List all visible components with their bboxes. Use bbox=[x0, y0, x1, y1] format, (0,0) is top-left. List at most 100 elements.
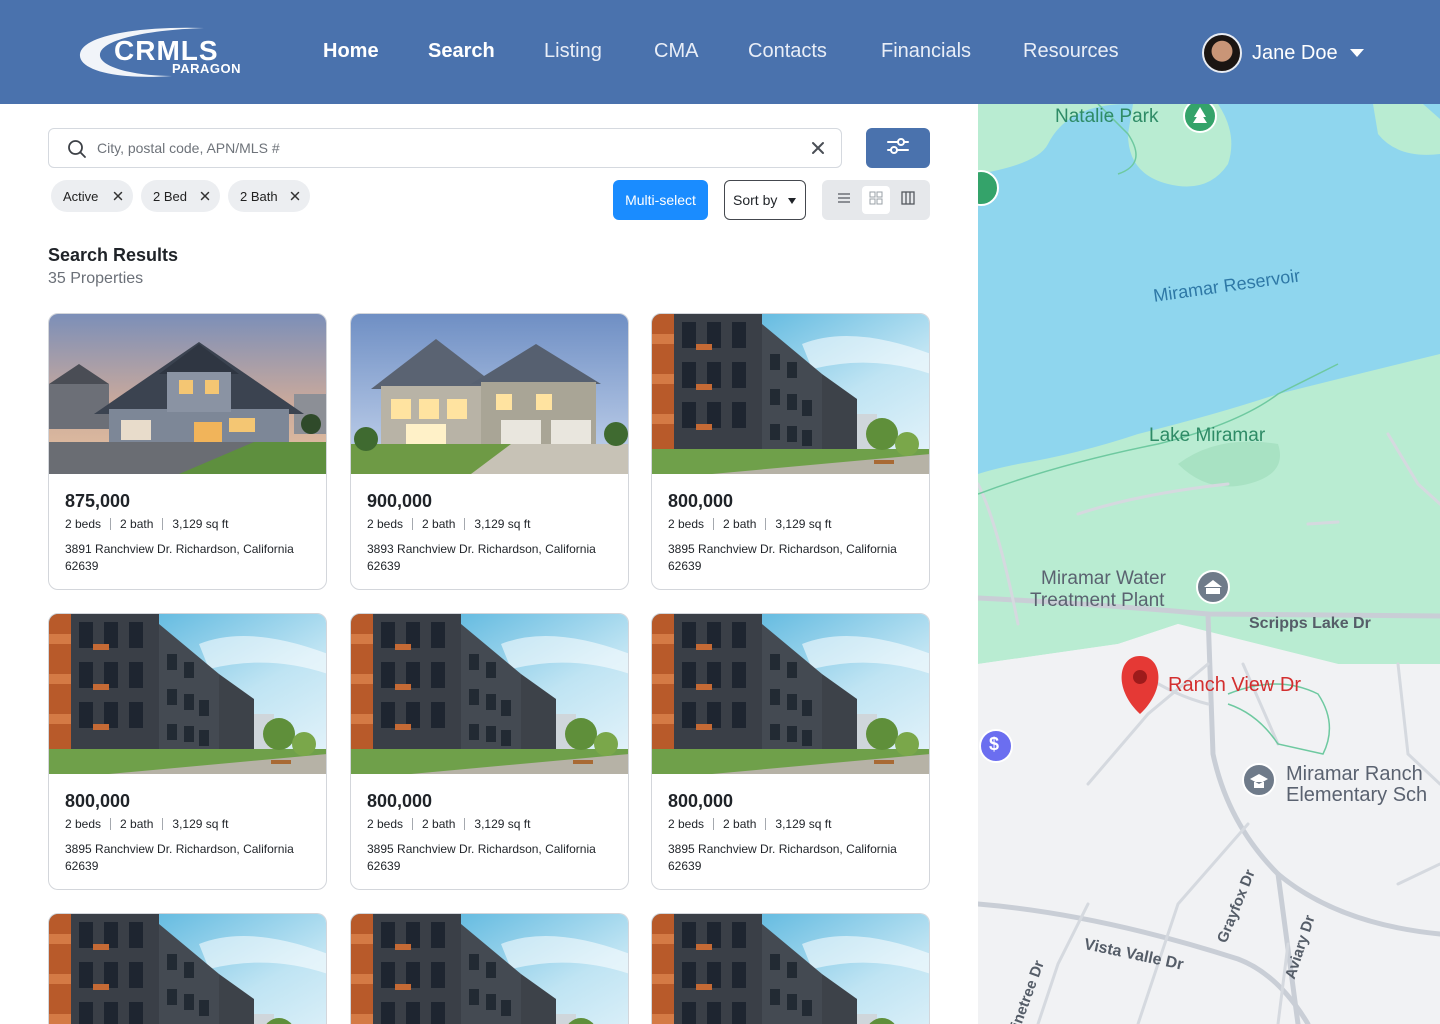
advanced-filters-button[interactable] bbox=[866, 128, 930, 168]
property-price: 800,000 bbox=[65, 791, 131, 811]
beds-count: 2 beds bbox=[65, 517, 102, 531]
results-count: 35 Properties bbox=[48, 270, 144, 287]
property-specs: 2 beds 2 bath 3,129 sq ft bbox=[668, 517, 831, 531]
top-navigation-bar: CRMLS PARAGON Home Search Listing CMA Co… bbox=[0, 0, 1440, 104]
square-footage: 3,129 sq ft bbox=[474, 517, 531, 531]
search-icon bbox=[67, 139, 87, 164]
map-label-natalie-park: Natalie Park bbox=[1055, 106, 1159, 127]
divider bbox=[110, 518, 112, 530]
nav-resources[interactable]: Resources bbox=[1023, 40, 1119, 66]
sort-by-label: Sort by bbox=[733, 192, 778, 208]
baths-count: 2 bath bbox=[723, 517, 757, 531]
property-card[interactable]: 800,000 2 beds 2 bath 3,129 sq ft 3895 R… bbox=[651, 313, 930, 590]
nav-contacts[interactable]: Contacts bbox=[748, 40, 827, 66]
map-label-ranch-view-dr: Ranch View Dr bbox=[1168, 674, 1302, 696]
property-specs: 2 beds 2 bath 3,129 sq ft bbox=[668, 817, 831, 831]
beds-count: 2 beds bbox=[367, 817, 404, 831]
square-footage: 3,129 sq ft bbox=[172, 517, 229, 531]
beds-count: 2 beds bbox=[668, 817, 705, 831]
property-card[interactable]: 875,000 2 beds 2 bath 3,129 sq ft 3891 R… bbox=[48, 313, 327, 590]
divider bbox=[162, 818, 164, 830]
property-specs: 2 beds 2 bath 3,129 sq ft bbox=[367, 817, 530, 831]
property-address: 3895 Ranchview Dr. Richardson, Californi… bbox=[668, 542, 897, 573]
nav-listing[interactable]: Listing bbox=[544, 40, 602, 66]
filter-chip-2-bed[interactable]: 2 Bed bbox=[141, 180, 220, 212]
logo-subtext: PARAGON bbox=[172, 61, 241, 76]
divider bbox=[464, 518, 466, 530]
map-label-scripps-lake-dr: Scripps Lake Dr bbox=[1249, 615, 1371, 632]
property-photo bbox=[49, 914, 326, 1024]
chip-label: 2 Bath bbox=[240, 188, 278, 204]
results-title: Search Results bbox=[48, 245, 179, 265]
chevron-down-icon bbox=[1349, 49, 1364, 57]
chip-label: Active bbox=[63, 188, 99, 204]
close-icon[interactable] bbox=[290, 188, 300, 207]
property-card[interactable] bbox=[48, 913, 327, 1024]
nav-home[interactable]: Home bbox=[323, 40, 379, 66]
grid-icon bbox=[869, 191, 883, 210]
property-price: 900,000 bbox=[367, 491, 433, 511]
close-icon[interactable] bbox=[200, 188, 210, 207]
property-card[interactable]: 800,000 2 beds 2 bath 3,129 sq ft 3895 R… bbox=[48, 613, 327, 890]
avatar bbox=[1202, 33, 1242, 73]
grid-view-button[interactable] bbox=[862, 186, 890, 214]
map-label-lake-miramar: Lake Miramar bbox=[1149, 425, 1266, 446]
clear-search-icon[interactable] bbox=[809, 139, 827, 162]
nav-financials[interactable]: Financials bbox=[881, 40, 971, 66]
close-icon[interactable] bbox=[113, 188, 123, 207]
list-view-button[interactable] bbox=[830, 186, 858, 214]
beds-count: 2 beds bbox=[65, 817, 102, 831]
property-price: 800,000 bbox=[668, 491, 734, 511]
search-bar bbox=[48, 128, 842, 168]
property-price: 800,000 bbox=[668, 791, 734, 811]
chip-label: 2 Bed bbox=[153, 188, 187, 204]
divider bbox=[412, 818, 414, 830]
property-card[interactable]: 900,000 2 beds 2 bath 3,129 sq ft 3893 R… bbox=[350, 313, 629, 590]
property-address: 3895 Ranchview Dr. Richardson, Californi… bbox=[65, 842, 294, 873]
list-icon bbox=[837, 191, 851, 209]
map-view[interactable]: Natalie Park Miramar Reservoir Lake Mira… bbox=[978, 104, 1440, 1024]
divider bbox=[162, 518, 164, 530]
view-mode-toggle bbox=[822, 180, 930, 220]
nav-search[interactable]: Search bbox=[428, 40, 495, 66]
multi-select-button[interactable]: Multi-select bbox=[613, 180, 708, 220]
divider bbox=[765, 818, 767, 830]
baths-count: 2 bath bbox=[422, 517, 456, 531]
square-footage: 3,129 sq ft bbox=[474, 817, 531, 831]
divider bbox=[110, 818, 112, 830]
dollar-icon[interactable]: $ bbox=[989, 734, 999, 755]
map-label-school-line2: Elementary Sch bbox=[1286, 784, 1428, 806]
crmls-paragon-logo[interactable]: CRMLS PARAGON bbox=[76, 24, 246, 80]
property-card[interactable]: 800,000 2 beds 2 bath 3,129 sq ft 3895 R… bbox=[651, 613, 930, 890]
divider bbox=[713, 518, 715, 530]
filter-chip-2-bath[interactable]: 2 Bath bbox=[228, 180, 310, 212]
property-photo bbox=[652, 914, 929, 1024]
search-input[interactable] bbox=[97, 135, 797, 161]
columns-icon bbox=[901, 190, 915, 210]
column-view-button[interactable] bbox=[894, 186, 922, 214]
map-label-water-plant-line1: Miramar Water bbox=[1041, 568, 1166, 589]
divider bbox=[412, 518, 414, 530]
divider bbox=[713, 818, 715, 830]
property-photo bbox=[49, 314, 326, 474]
sliders-icon bbox=[887, 137, 909, 160]
baths-count: 2 bath bbox=[120, 517, 154, 531]
sort-by-dropdown[interactable]: Sort by bbox=[724, 180, 806, 220]
nav-cma[interactable]: CMA bbox=[654, 40, 698, 66]
baths-count: 2 bath bbox=[120, 817, 154, 831]
divider bbox=[765, 518, 767, 530]
property-address: 3891 Ranchview Dr. Richardson, Californi… bbox=[65, 542, 294, 573]
divider bbox=[464, 818, 466, 830]
property-address: 3895 Ranchview Dr. Richardson, Californi… bbox=[367, 842, 596, 873]
user-menu[interactable]: Jane Doe bbox=[1202, 33, 1364, 73]
property-card[interactable] bbox=[651, 913, 930, 1024]
property-photo bbox=[351, 914, 628, 1024]
square-footage: 3,129 sq ft bbox=[172, 817, 229, 831]
square-footage: 3,129 sq ft bbox=[775, 517, 832, 531]
beds-count: 2 beds bbox=[367, 517, 404, 531]
property-specs: 2 beds 2 bath 3,129 sq ft bbox=[65, 517, 228, 531]
filter-chip-active[interactable]: Active bbox=[51, 180, 133, 212]
property-photo bbox=[351, 314, 628, 474]
property-card[interactable] bbox=[350, 913, 629, 1024]
property-card[interactable]: 800,000 2 beds 2 bath 3,129 sq ft 3895 R… bbox=[350, 613, 629, 890]
